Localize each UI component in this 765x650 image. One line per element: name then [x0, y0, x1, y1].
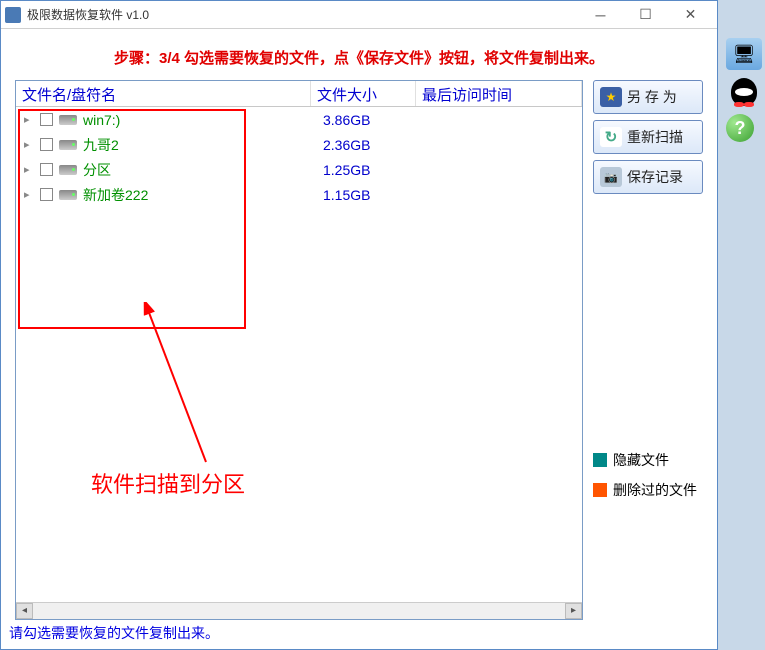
file-list-panel: 文件名/盘符名 文件大小 最后访问时间 ▸ win7:) 3.86GB ▸ 九哥… [15, 80, 583, 620]
checkbox[interactable] [40, 188, 53, 201]
star-icon [600, 87, 622, 107]
legend: 隐藏文件 删除过的文件 [593, 450, 703, 510]
step-message: 步骤：3/4 勾选需要恢复的文件，点《保存文件》按钮，将文件复制出来。 [1, 29, 717, 80]
table-row[interactable]: ▸ 分区 1.25GB [16, 157, 582, 182]
file-size: 1.15GB [303, 187, 408, 203]
legend-label: 隐藏文件 [613, 450, 669, 470]
expand-icon[interactable]: ▸ [24, 113, 36, 126]
expand-icon[interactable]: ▸ [24, 163, 36, 176]
window-title: 极限数据恢复软件 v1.0 [27, 6, 578, 23]
drive-icon [59, 140, 77, 150]
button-label: 重新扫描 [627, 127, 683, 147]
expand-icon[interactable]: ▸ [24, 188, 36, 201]
side-panel: 另 存 为 重新扫描 保存记录 隐藏文件 删除过的文件 [583, 80, 703, 620]
drive-icon [59, 190, 77, 200]
legend-label: 删除过的文件 [613, 480, 697, 500]
checkbox[interactable] [40, 163, 53, 176]
app-window: 极限数据恢复软件 v1.0 ─ ☐ ✕ 步骤：3/4 勾选需要恢复的文件，点《保… [0, 0, 718, 650]
scroll-right-icon[interactable]: ▸ [565, 603, 582, 619]
legend-color-icon [593, 483, 607, 497]
file-name: win7:) [83, 112, 303, 128]
save-log-button[interactable]: 保存记录 [593, 160, 703, 194]
status-bar: 请勾选需要恢复的文件复制出来。 [1, 619, 227, 647]
file-name: 新加卷222 [83, 185, 303, 205]
right-dock: 🖥 ? [721, 28, 765, 142]
col-size[interactable]: 文件大小 [311, 81, 416, 106]
horizontal-scrollbar[interactable]: ◂ ▸ [16, 602, 582, 619]
close-button[interactable]: ✕ [668, 2, 713, 28]
checkbox[interactable] [40, 138, 53, 151]
help-icon[interactable]: ? [726, 114, 754, 142]
expand-icon[interactable]: ▸ [24, 138, 36, 151]
refresh-icon [600, 127, 622, 147]
annotation-arrow [136, 302, 226, 472]
scroll-left-icon[interactable]: ◂ [16, 603, 33, 619]
button-label: 保存记录 [627, 167, 683, 187]
annotation-text: 软件扫描到分区 [91, 467, 245, 499]
legend-color-icon [593, 453, 607, 467]
col-time[interactable]: 最后访问时间 [416, 81, 582, 106]
table-row[interactable]: ▸ 新加卷222 1.15GB [16, 182, 582, 207]
titlebar[interactable]: 极限数据恢复软件 v1.0 ─ ☐ ✕ [1, 1, 717, 29]
table-row[interactable]: ▸ win7:) 3.86GB [16, 107, 582, 132]
app-icon [5, 7, 21, 23]
drive-icon [59, 115, 77, 125]
rescan-button[interactable]: 重新扫描 [593, 120, 703, 154]
file-size: 1.25GB [303, 162, 408, 178]
list-header: 文件名/盘符名 文件大小 最后访问时间 [16, 81, 582, 107]
file-name: 分区 [83, 160, 303, 180]
camera-icon [600, 167, 622, 187]
col-name[interactable]: 文件名/盘符名 [16, 81, 311, 106]
file-name: 九哥2 [83, 135, 303, 155]
checkbox[interactable] [40, 113, 53, 126]
file-size: 3.86GB [303, 112, 408, 128]
file-size: 2.36GB [303, 137, 408, 153]
scroll-track[interactable] [33, 603, 565, 619]
maximize-button[interactable]: ☐ [623, 2, 668, 28]
drive-icon [59, 165, 77, 175]
button-label: 另 存 为 [627, 87, 677, 107]
qq-icon[interactable] [726, 76, 762, 108]
minimize-button[interactable]: ─ [578, 2, 623, 28]
table-row[interactable]: ▸ 九哥2 2.36GB [16, 132, 582, 157]
list-body: ▸ win7:) 3.86GB ▸ 九哥2 2.36GB ▸ [16, 107, 582, 601]
legend-deleted: 删除过的文件 [593, 480, 703, 500]
save-as-button[interactable]: 另 存 为 [593, 80, 703, 114]
monitor-icon[interactable]: 🖥 [726, 38, 762, 70]
legend-hidden: 隐藏文件 [593, 450, 703, 470]
